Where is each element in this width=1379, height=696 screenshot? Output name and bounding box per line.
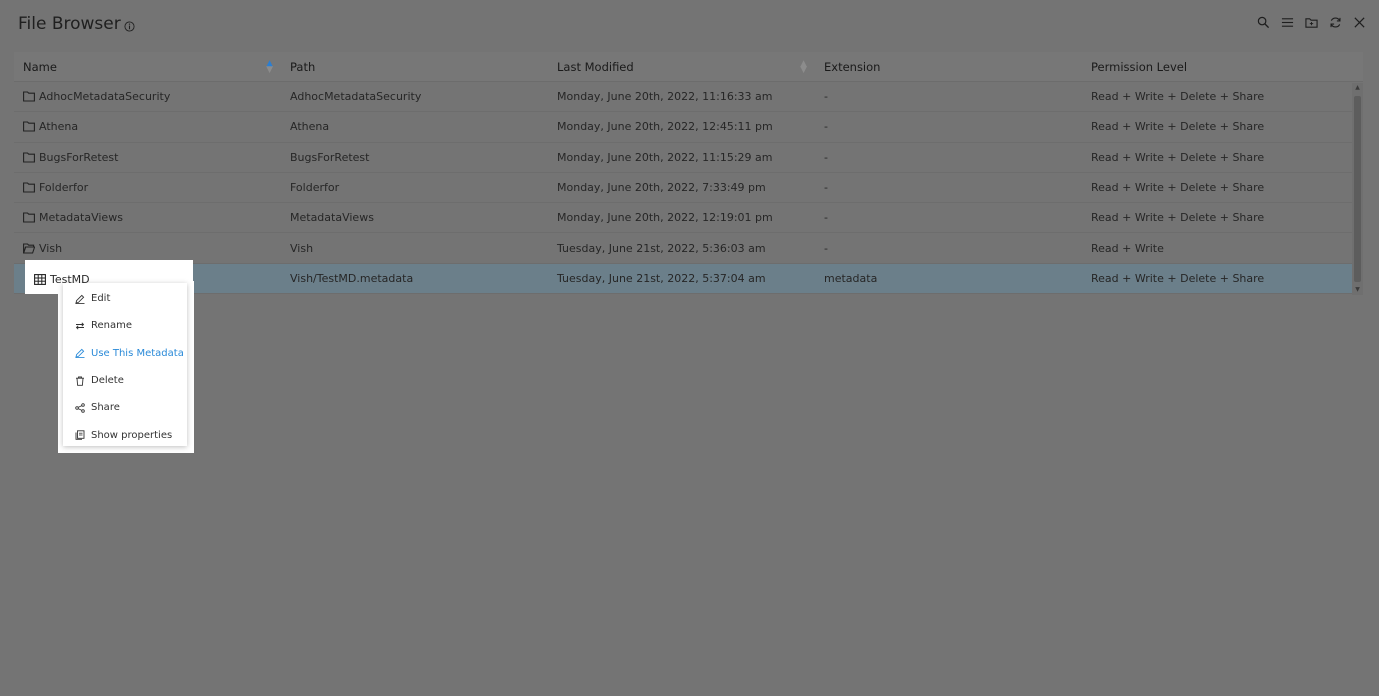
context-menu: Edit Rename Use This Metadata Delete Sha… (63, 283, 187, 446)
row-modified: Monday, June 20th, 2022, 12:19:01 pm (557, 211, 773, 225)
row-name: BugsForRetest (39, 150, 119, 164)
menu-item-show-properties[interactable]: Show properties (63, 421, 187, 448)
row-permission: Read + Write + Delete + Share (1091, 150, 1265, 164)
row-extension: - (824, 120, 828, 134)
row-permission: Read + Write + Delete + Share (1091, 90, 1265, 104)
row-extension: - (824, 211, 828, 225)
row-extension: - (824, 90, 828, 104)
properties-icon (75, 430, 85, 440)
table-row[interactable]: MetadataViews MetadataViews Monday, June… (14, 203, 1363, 234)
search-icon[interactable] (1256, 15, 1271, 30)
row-name: Athena (39, 120, 79, 134)
row-name: AdhocMetadataSecurity (39, 90, 171, 104)
column-header-last-modified[interactable]: Last Modified ▲ ▼ (548, 59, 815, 74)
folder-icon (23, 182, 35, 193)
row-modified: Monday, June 20th, 2022, 7:33:49 pm (557, 181, 766, 195)
rename-icon (75, 322, 85, 330)
row-name: MetadataViews (39, 211, 123, 225)
table-row[interactable]: Folderfor Folderfor Monday, June 20th, 2… (14, 173, 1363, 204)
row-modified: Tuesday, June 21st, 2022, 5:37:04 am (557, 271, 766, 285)
table-row-selected[interactable]: Vish/TestMD.metadata Tuesday, June 21st,… (14, 263, 1363, 295)
menu-item-edit[interactable]: Edit (63, 285, 187, 312)
table-icon (34, 274, 46, 285)
menu-item-rename[interactable]: Rename (63, 312, 187, 339)
folder-icon (23, 121, 35, 132)
row-path: Vish/TestMD.metadata (290, 271, 414, 285)
row-path: Folderfor (290, 181, 340, 195)
scroll-thumb[interactable] (1354, 96, 1361, 282)
row-modified: Monday, June 20th, 2022, 11:16:33 am (557, 90, 773, 104)
row-name: Vish (39, 241, 63, 255)
window-title-text: File Browser (18, 14, 121, 34)
scroll-down-arrow[interactable]: ▼ (1352, 285, 1363, 295)
toolbar (1256, 15, 1367, 30)
pencil-icon (75, 294, 85, 304)
folder-open-icon (23, 243, 35, 254)
vertical-scrollbar[interactable]: ▲ ▼ (1352, 83, 1363, 295)
sort-icon[interactable]: ▲ ▼ (800, 59, 807, 74)
folder-icon (23, 212, 35, 223)
info-icon[interactable] (124, 20, 135, 32)
close-icon[interactable] (1352, 15, 1367, 30)
refresh-icon[interactable] (1328, 15, 1343, 30)
title-bar: File Browser (0, 0, 1379, 50)
row-permission: Read + Write + Delete + Share (1091, 120, 1265, 134)
pencil-icon (75, 348, 85, 359)
row-extension: - (824, 150, 828, 164)
row-modified: Monday, June 20th, 2022, 11:15:29 am (557, 150, 773, 164)
row-path: AdhocMetadataSecurity (290, 90, 422, 104)
row-extension: - (824, 181, 828, 195)
row-path: MetadataViews (290, 211, 374, 225)
column-header-extension[interactable]: Extension (815, 60, 1082, 74)
row-permission: Read + Write + Delete + Share (1091, 271, 1265, 285)
list-icon[interactable] (1280, 15, 1295, 30)
row-extension: - (824, 241, 828, 255)
row-path: Vish (290, 241, 314, 255)
table-row[interactable]: Vish Vish Tuesday, June 21st, 2022, 5:36… (14, 233, 1363, 264)
scroll-up-arrow[interactable]: ▲ (1352, 83, 1363, 93)
row-extension: metadata (824, 271, 878, 285)
row-modified: Tuesday, June 21st, 2022, 5:36:03 am (557, 241, 766, 255)
sort-icon[interactable]: ▲ ▼ (266, 59, 273, 74)
menu-item-share[interactable]: Share (63, 394, 187, 421)
menu-item-use-this-metadata[interactable]: Use This Metadata (63, 340, 187, 367)
row-permission: Read + Write + Delete + Share (1091, 211, 1265, 225)
trash-icon (76, 376, 84, 386)
folder-icon[interactable] (1304, 15, 1319, 30)
table-row[interactable]: Athena Athena Monday, June 20th, 2022, 1… (14, 112, 1363, 143)
column-header-name[interactable]: Name ▲ ▼ (14, 59, 281, 74)
menu-item-delete[interactable]: Delete (63, 367, 187, 394)
row-name: Folderfor (39, 181, 89, 195)
table-row[interactable]: AdhocMetadataSecurity AdhocMetadataSecur… (14, 82, 1363, 113)
row-path: BugsForRetest (290, 150, 370, 164)
row-path: Athena (290, 120, 330, 134)
folder-icon (23, 91, 35, 102)
table-header: Name ▲ ▼ Path Last Modified ▲ ▼ Extension … (14, 52, 1363, 82)
column-header-permission[interactable]: Permission Level (1082, 60, 1352, 74)
table-row[interactable]: BugsForRetest BugsForRetest Monday, June… (14, 143, 1363, 173)
table-body: AdhocMetadataSecurity AdhocMetadataSecur… (14, 82, 1363, 295)
folder-icon (23, 152, 35, 163)
row-permission: Read + Write + Delete + Share (1091, 181, 1265, 195)
file-table: Name ▲ ▼ Path Last Modified ▲ ▼ Extension … (14, 52, 1363, 295)
window-title: File Browser (18, 14, 135, 34)
share-icon (75, 403, 85, 413)
row-permission: Read + Write (1091, 241, 1164, 255)
row-modified: Monday, June 20th, 2022, 12:45:11 pm (557, 120, 773, 134)
column-header-path[interactable]: Path (281, 60, 548, 74)
